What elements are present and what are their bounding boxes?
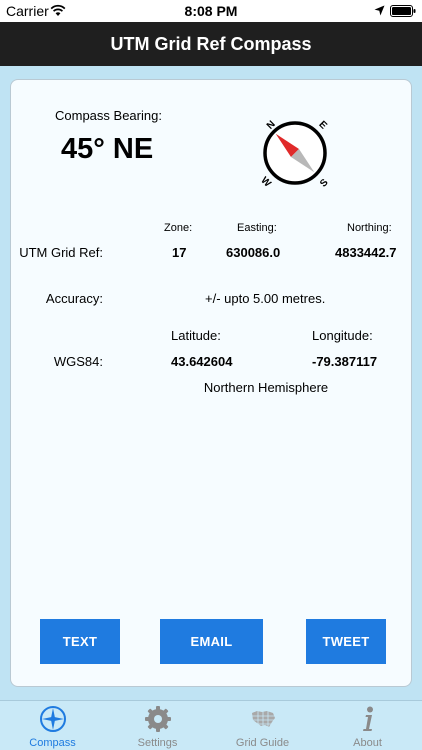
info-icon — [363, 706, 373, 731]
latitude-header: Latitude: — [171, 328, 221, 343]
wgs84-label: WGS84: — [53, 354, 103, 369]
compass-letter-s: S — [318, 177, 331, 190]
tab-settings[interactable]: Settings — [105, 701, 210, 750]
compass-bearing-value: 45° NE — [61, 133, 154, 165]
info-card: Compass Bearing: 45° NE N E S W Zone: Ea… — [10, 79, 412, 687]
location-arrow-icon — [374, 5, 385, 16]
tab-label-grid-guide: Grid Guide — [235, 737, 290, 749]
gear-icon — [145, 706, 171, 732]
zone-header: Zone: — [164, 222, 193, 234]
tab-grid-guide[interactable]: Grid Guide — [210, 701, 315, 750]
accuracy-value: +/- upto 5.00 metres. — [205, 291, 326, 306]
accuracy-label: Accuracy: — [45, 291, 103, 306]
compass-rose-icon: N E S W — [258, 119, 331, 190]
tab-label-about: About — [353, 737, 382, 749]
nav-bar: UTM Grid Ref Compass — [0, 22, 422, 66]
text-button[interactable]: TEXT — [40, 619, 120, 664]
status-time: 8:08 PM — [184, 3, 238, 19]
compass-letter-e: E — [316, 119, 329, 132]
longitude-header: Longitude: — [312, 328, 373, 343]
tab-label-compass: Compass — [29, 737, 76, 749]
tweet-button[interactable]: TWEET — [306, 619, 386, 664]
longitude-value: -79.387117 — [312, 354, 378, 369]
compass-letter-w: W — [258, 175, 273, 190]
page-title: UTM Grid Ref Compass — [110, 34, 312, 54]
latitude-value: 43.642604 — [171, 354, 233, 369]
northing-value: 4833442.7 — [335, 245, 397, 260]
northing-header: Northing: — [347, 222, 392, 234]
tab-bar: Compass Settings Grid Guide About — [0, 700, 422, 750]
email-button[interactable]: EMAIL — [160, 619, 263, 664]
compass-icon — [40, 706, 66, 732]
zone-value: 17 — [172, 245, 187, 260]
hemisphere-label: Northern Hemisphere — [203, 380, 329, 395]
tab-compass[interactable]: Compass — [0, 701, 105, 750]
utm-grid-ref-label: UTM Grid Ref: — [19, 245, 103, 260]
easting-value: 630086.0 — [226, 245, 281, 260]
battery-icon — [390, 5, 416, 17]
easting-header: Easting: — [237, 222, 277, 234]
tab-label-settings: Settings — [137, 737, 178, 749]
tab-about[interactable]: About — [315, 701, 420, 750]
map-icon — [252, 710, 275, 728]
status-bar: Carrier 8:08 PM — [0, 0, 422, 22]
compass-bearing-label: Compass Bearing: — [55, 108, 162, 123]
